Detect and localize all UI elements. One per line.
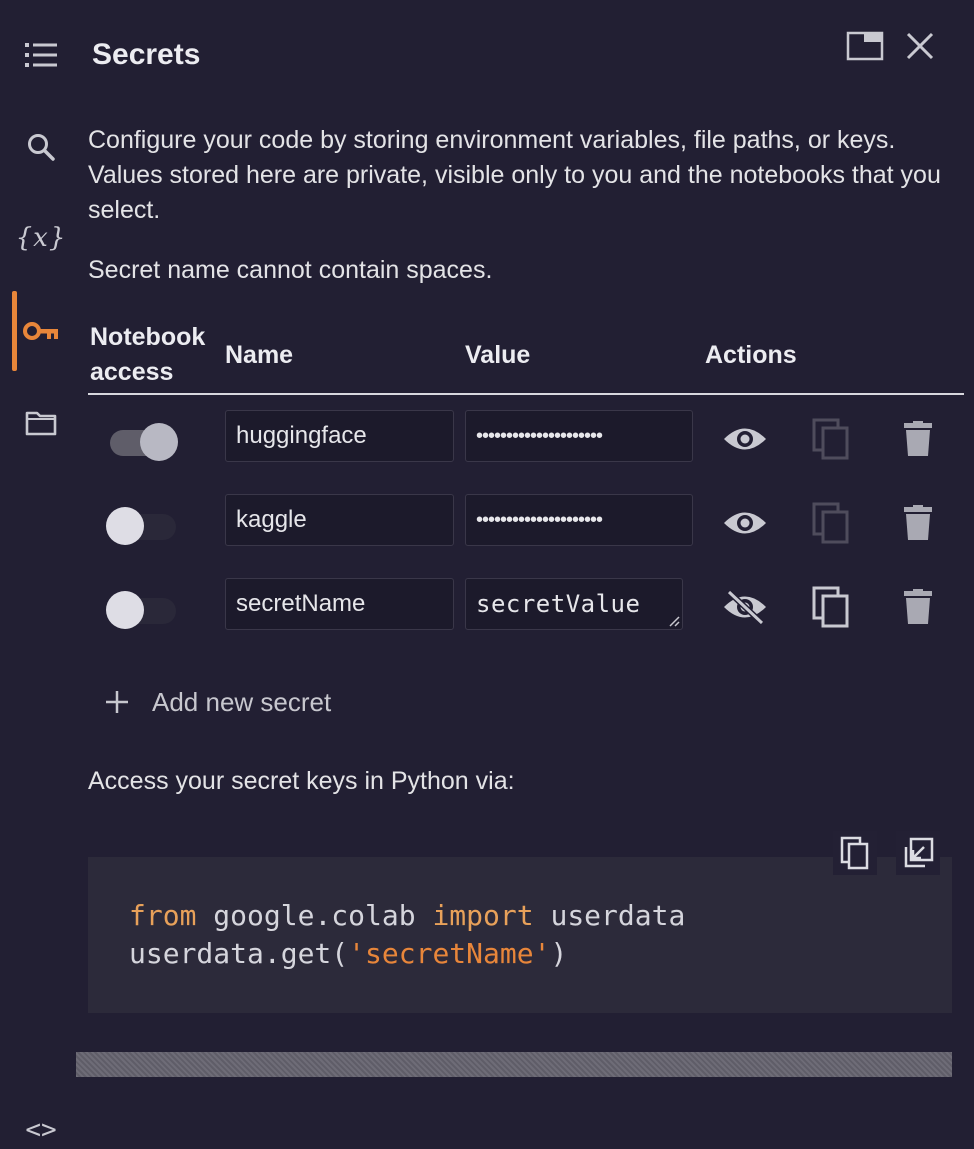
secret-row: huggingface ••••••••••••••••••••• <box>88 410 964 470</box>
table-of-contents-icon[interactable] <box>22 36 60 74</box>
secret-value-field[interactable]: secretValue <box>465 578 683 630</box>
add-new-secret-button[interactable]: Add new secret <box>104 680 331 724</box>
header-name: Name <box>225 341 294 369</box>
name-rule-note: Secret name cannot contain spaces. <box>88 256 493 284</box>
notebook-access-toggle[interactable] <box>106 506 180 546</box>
active-indicator <box>12 291 17 371</box>
add-new-secret-label: Add new secret <box>152 686 332 717</box>
secret-value-field[interactable]: ••••••••••••••••••••• <box>465 494 693 546</box>
insert-code-icon[interactable] <box>896 831 940 875</box>
secret-row: kaggle ••••••••••••••••••••• <box>88 494 964 554</box>
header-value: Value <box>465 341 531 369</box>
horizontal-scrollbar[interactable] <box>76 1052 952 1077</box>
secret-value-field[interactable]: ••••••••••••••••••••• <box>465 410 693 462</box>
copy-icon[interactable] <box>806 498 856 548</box>
secret-row: secretName secretValue <box>88 578 964 638</box>
open-in-tab-icon[interactable] <box>843 26 887 66</box>
hide-value-icon[interactable] <box>720 582 770 632</box>
delete-icon[interactable] <box>893 582 943 632</box>
folder-icon[interactable] <box>22 404 60 442</box>
copy-icon[interactable] <box>806 414 856 464</box>
notebook-access-toggle[interactable] <box>106 422 180 462</box>
delete-icon[interactable] <box>893 498 943 548</box>
copy-icon[interactable] <box>806 582 856 632</box>
access-instructions: Access your secret keys in Python via: <box>88 767 515 795</box>
close-icon[interactable] <box>898 26 942 66</box>
header-divider <box>88 393 964 395</box>
secret-name-field[interactable]: secretName <box>225 578 454 630</box>
delete-icon[interactable] <box>893 414 943 464</box>
variables-icon[interactable]: {x} <box>16 219 66 257</box>
key-icon[interactable] <box>22 312 60 350</box>
notebook-access-toggle[interactable] <box>106 590 180 630</box>
code-snippet: from google.colab import userdata userda… <box>88 857 952 1013</box>
plus-icon <box>106 691 128 713</box>
show-value-icon[interactable] <box>720 498 770 548</box>
header-notebook-access: Notebook access <box>90 323 206 386</box>
code-snippets-icon[interactable]: <> <box>22 1111 60 1149</box>
search-icon[interactable] <box>22 128 60 166</box>
resize-grip-icon[interactable] <box>668 615 680 627</box>
secret-name-field[interactable]: kaggle <box>225 494 454 546</box>
show-value-icon[interactable] <box>720 414 770 464</box>
header-actions: Actions <box>705 341 797 369</box>
panel-description: Configure your code by storing environme… <box>88 126 941 224</box>
panel-title: Secrets <box>92 38 201 71</box>
secret-name-field[interactable]: huggingface <box>225 410 454 462</box>
copy-code-icon[interactable] <box>833 831 877 875</box>
left-rail: {x} <> <box>0 0 76 1145</box>
